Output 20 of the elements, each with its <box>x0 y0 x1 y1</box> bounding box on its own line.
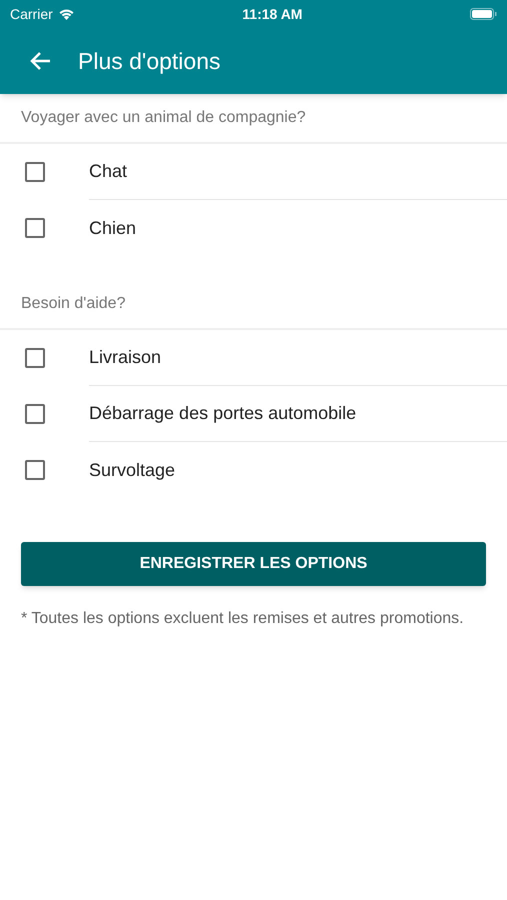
checkbox[interactable] <box>25 162 45 182</box>
option-label: Chien <box>89 216 136 240</box>
wifi-icon <box>58 8 75 20</box>
back-arrow-icon <box>29 51 51 71</box>
option-label: Chat <box>89 160 128 183</box>
checkbox[interactable] <box>25 218 45 238</box>
option-label: Livraison <box>89 346 162 369</box>
checkbox[interactable] <box>25 404 45 424</box>
section-heading: Voyager avec un animal de compagnie? <box>21 108 306 128</box>
checkbox[interactable] <box>25 348 45 368</box>
page-title: Plus d'options <box>78 46 220 76</box>
checkbox[interactable] <box>25 460 45 480</box>
battery-icon <box>470 8 497 20</box>
footnote-text: * Toutes les options excluent les remises et autres promotions. <box>21 609 465 629</box>
clock-time: 11:18 AM <box>242 4 302 24</box>
option-label: Survoltage <box>89 458 176 482</box>
section-heading: Besoin d'aide? <box>21 294 126 314</box>
save-options-button[interactable]: ENREGISTRER LES OPTIONS <box>21 542 486 586</box>
option-label: Débarrage des portes automobile <box>89 402 356 425</box>
carrier-label: Carrier <box>10 4 53 24</box>
